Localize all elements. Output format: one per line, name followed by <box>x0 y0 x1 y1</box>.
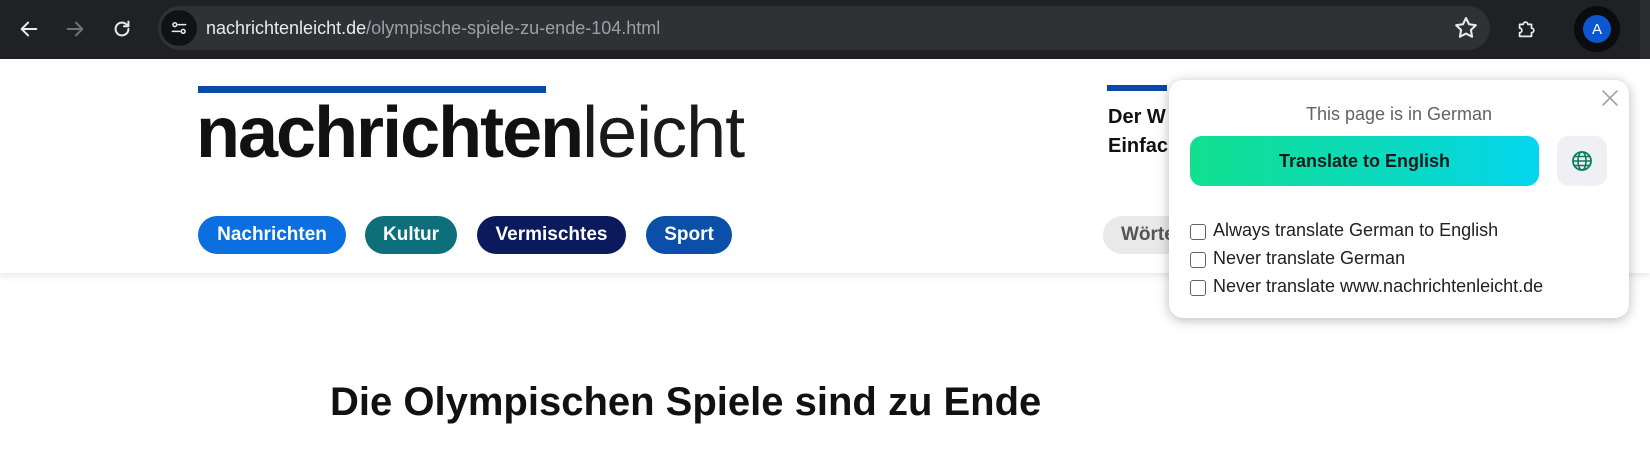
bookmark-star-icon[interactable] <box>1452 14 1480 42</box>
back-button[interactable] <box>10 10 48 48</box>
popup-title: This page is in German <box>1305 104 1493 124</box>
site-info-button[interactable] <box>161 10 197 46</box>
option-label: Always translate German to English <box>1213 219 1499 240</box>
back-arrow-icon <box>20 21 38 37</box>
browser-toolbar: nachrichtenleicht.de/olympische-spiele-z… <box>0 0 1650 59</box>
url-text[interactable]: nachrichtenleicht.de/olympische-spiele-z… <box>206 18 660 39</box>
logo-bold-text: nachrichten <box>196 93 584 173</box>
option-never-translate-site[interactable]: Never translate www.nachrichtenleicht.de <box>1190 274 1543 298</box>
logo-light-text: leicht <box>582 93 745 173</box>
nav-nachrichten[interactable]: Nachrichten <box>198 216 346 254</box>
reload-button[interactable] <box>103 10 141 48</box>
forward-button[interactable] <box>56 10 94 48</box>
side-teaser-line2: Einfac <box>1108 135 1168 157</box>
address-bar[interactable]: nachrichtenleicht.de/olympische-spiele-z… <box>158 6 1490 50</box>
url-host: nachrichtenleicht.de <box>206 18 367 38</box>
nav-sport[interactable]: Sport <box>646 216 732 254</box>
option-label: Never translate www.nachrichtenleicht.de <box>1213 275 1544 296</box>
profile-button[interactable]: A <box>1574 6 1620 52</box>
extensions-button[interactable] <box>1507 10 1545 48</box>
checkbox[interactable] <box>1190 279 1206 296</box>
forward-arrow-icon <box>66 21 84 37</box>
logo-accent-bar <box>198 86 546 93</box>
side-teaser-line1: Der W <box>1108 106 1166 128</box>
translate-popup: This page is in German Translate to Engl… <box>1169 80 1629 318</box>
checkbox[interactable] <box>1190 223 1206 240</box>
reload-icon <box>114 20 130 37</box>
url-path: /olympische-spiele-zu-ende-104.html <box>366 18 661 38</box>
article-headline: Die Olympischen Spiele sind zu Ende <box>330 380 1042 424</box>
avatar: A <box>1583 15 1611 43</box>
side-accent-bar <box>1107 85 1167 91</box>
site-info-icon <box>171 21 187 34</box>
site-logo[interactable]: nachrichtenleicht <box>196 97 745 169</box>
nav-vermischtes[interactable]: Vermischtes <box>477 216 626 254</box>
option-never-translate-language[interactable]: Never translate German <box>1190 246 1405 270</box>
translate-button[interactable]: Translate to English <box>1190 136 1539 186</box>
option-label: Never translate German <box>1213 247 1406 268</box>
nav-kultur[interactable]: Kultur <box>365 216 457 254</box>
checkbox[interactable] <box>1190 251 1206 268</box>
option-always-translate[interactable]: Always translate German to English <box>1190 218 1498 242</box>
extensions-puzzle-icon <box>1518 21 1535 38</box>
side-teaser-title[interactable]: Der W Einfac <box>1108 103 1168 161</box>
language-options-button[interactable] <box>1557 136 1607 186</box>
window-edge <box>1640 0 1650 59</box>
globe-icon <box>1572 151 1592 171</box>
